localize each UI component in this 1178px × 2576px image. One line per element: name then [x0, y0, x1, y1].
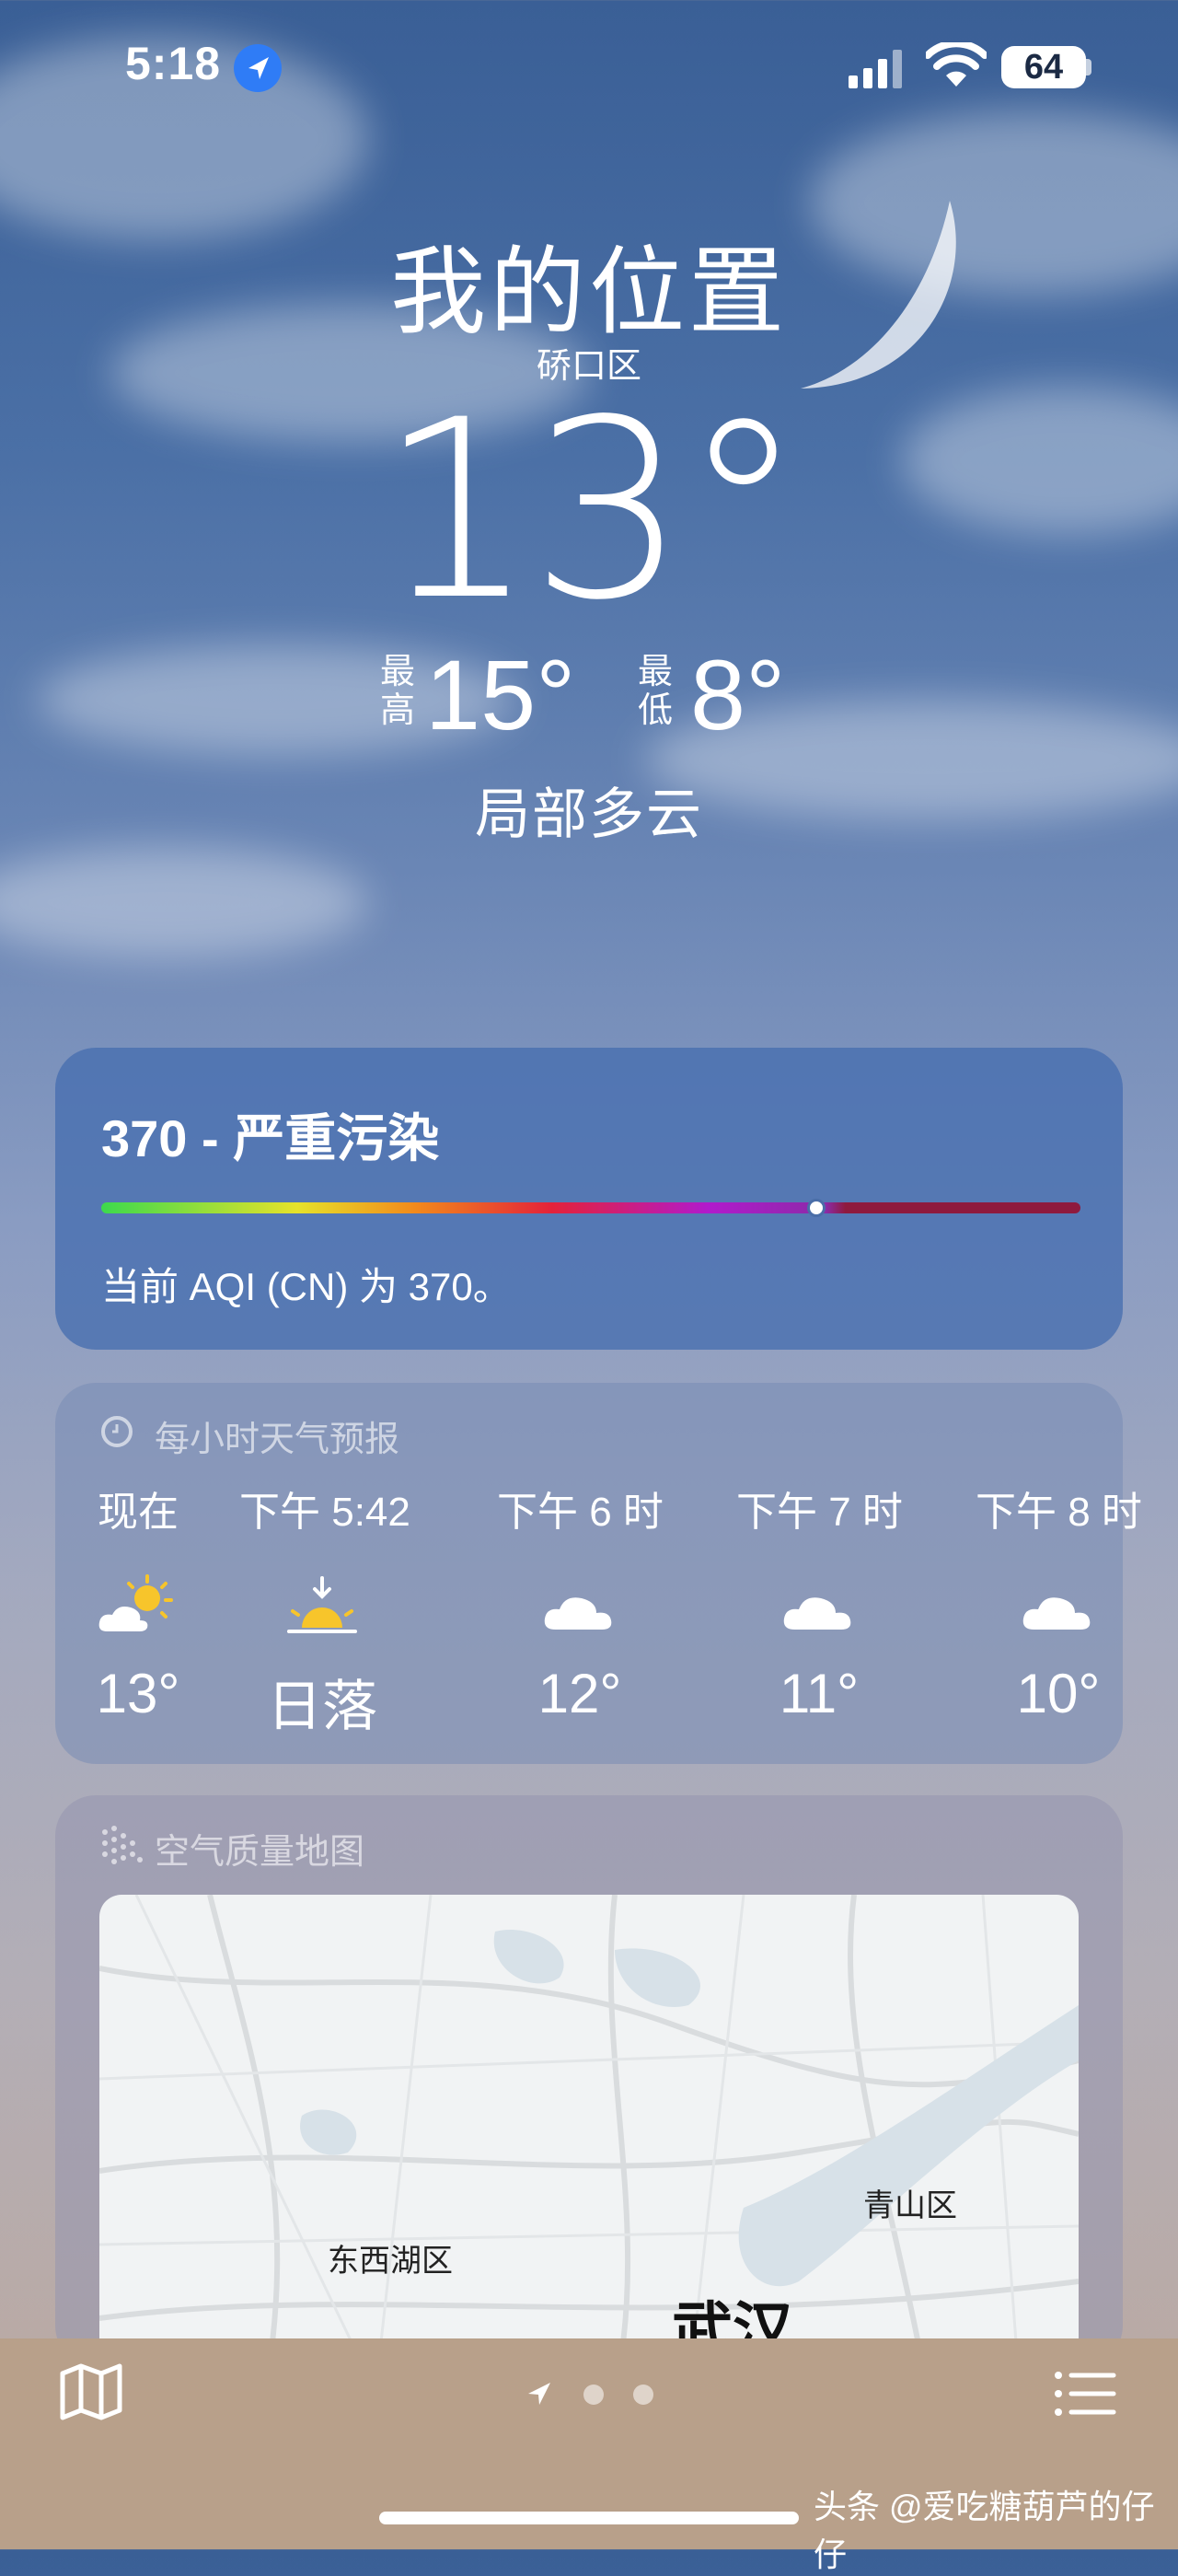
hour-time: 下午 5:42 [239, 1490, 410, 1535]
hourly-forecast-header: 每小时天气预报 [155, 1421, 400, 1459]
map-roads [99, 1895, 1079, 2366]
hour-item: 下午 5:42 日落 [239, 1479, 410, 1742]
cloud-icon [1022, 1597, 1091, 1630]
high-temperature: 15° [425, 639, 576, 750]
battery-nub [1086, 59, 1091, 75]
aqi-marker [806, 1199, 826, 1217]
hourly-forecast-card[interactable]: 每小时天气预报 现在 13° 下午 5:42 日落 下午 6 时 12° 下午 … [55, 1383, 1142, 1764]
hour-temperature: 10° [1016, 1663, 1101, 1724]
cloud-icon [783, 1597, 851, 1630]
home-indicator [379, 2512, 799, 2524]
hour-temperature: 日落 [267, 1676, 377, 1737]
aqi-scale-bar [101, 1202, 1080, 1213]
aqi-title: 370 - 严重污染 [101, 1109, 440, 1167]
aqi-description: 当前 AQI (CN) 为 370。 [101, 1265, 512, 1308]
hour-temperature: 11° [779, 1663, 860, 1724]
low-temperature: 8° [690, 639, 786, 750]
partly-sunny-icon [98, 1574, 173, 1631]
current-temperature: 13° [378, 367, 804, 655]
clock-icon [101, 1416, 133, 1447]
page-dot[interactable] [633, 2385, 653, 2405]
hour-time: 现在 [98, 1490, 179, 1535]
low-label-1: 最 [637, 653, 673, 691]
air-quality-map-header: 空气质量地图 [155, 1833, 365, 1872]
hour-time: 下午 8 时 [976, 1490, 1142, 1535]
cellular-signal-icon [849, 50, 902, 88]
high-label-1: 最 [379, 653, 415, 691]
high-label-2: 高 [379, 691, 415, 730]
location-title: 我的位置 [389, 239, 788, 346]
hour-item: 下午 7 时 11° [736, 1479, 903, 1725]
map-icon[interactable] [59, 2362, 123, 2421]
sunset-icon [287, 1576, 357, 1633]
list-icon[interactable] [1053, 2368, 1117, 2419]
hour-time: 下午 6 时 [497, 1490, 664, 1535]
location-arrow-icon [234, 44, 282, 92]
hour-time: 下午 7 时 [736, 1490, 903, 1535]
weather-condition: 局部多云 [475, 783, 703, 845]
hour-item: 现在 13° [55, 1479, 221, 1725]
map-label-qingshan: 青山区 [863, 2188, 957, 2223]
status-time: 5:18 [125, 38, 222, 89]
map-label-dongxihu: 东西湖区 [328, 2244, 453, 2279]
hour-item: 下午 8 时 10° [976, 1479, 1142, 1725]
hour-temperature: 12° [537, 1663, 622, 1724]
watermark: 头条 @爱吃糖葫芦的仔仔 [814, 2488, 1155, 2573]
cloud-icon [544, 1597, 612, 1630]
hour-temperature: 13° [96, 1663, 180, 1724]
page-dot[interactable] [583, 2385, 604, 2405]
air-quality-map[interactable]: 青山区 东西湖区 武汉 [99, 1895, 1079, 2366]
air-quality-map-card[interactable]: 空气质量地图 青山区 东西湖区 武汉 [55, 1795, 1123, 2366]
air-quality-icon [102, 1826, 143, 1864]
aqi-card[interactable]: 370 - 严重污染 当前 AQI (CN) 为 370。 [55, 1048, 1123, 1350]
wifi-icon [926, 42, 987, 87]
battery-level: 64 [1001, 46, 1086, 88]
low-label-2: 低 [637, 691, 673, 730]
hour-item: 下午 6 时 12° [497, 1479, 664, 1725]
current-location-page-icon[interactable] [526, 2381, 552, 2407]
